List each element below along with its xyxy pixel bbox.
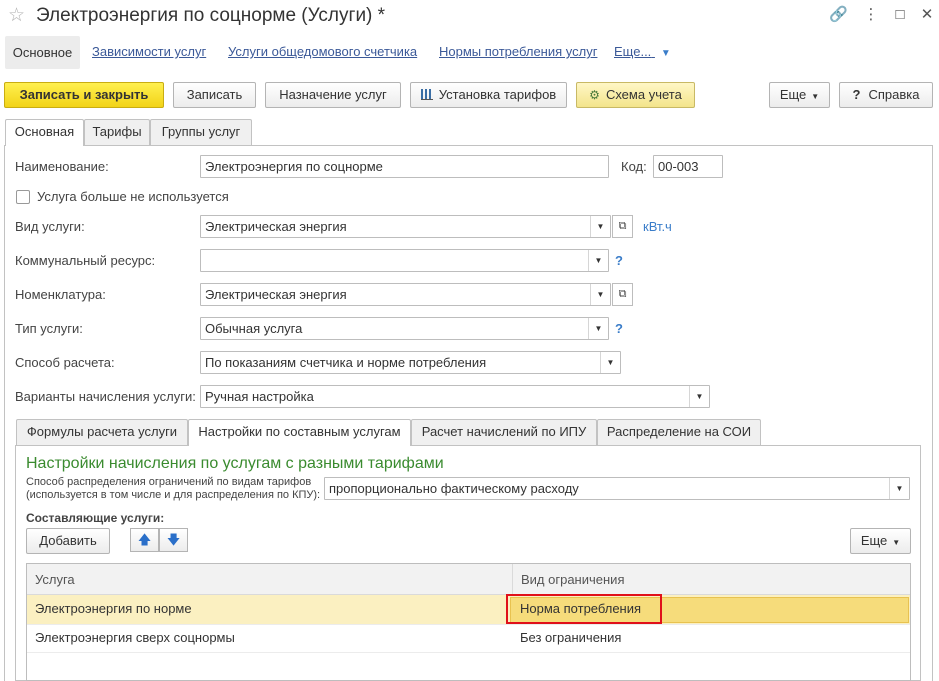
toolbar-more-button[interactable]: Еще ▼ [769,82,830,108]
close-icon[interactable]: ✕ [918,6,936,24]
code-label: Код: [621,159,647,174]
tab-ipu-accruals[interactable]: Расчет начислений по ИПУ [411,419,597,445]
nav-link-dependencies[interactable]: Зависимости услуг [92,44,206,60]
distribution-label-line1: Способ распределения ограничений по вида… [26,476,312,488]
maximize-icon[interactable]: □ [891,6,909,24]
chevron-down-icon[interactable]: ▼ [588,318,608,339]
column-header-service[interactable]: Услуга [27,564,512,595]
accrual-variant-label: Варианты начисления услуги: [15,389,196,404]
chevron-down-icon[interactable]: ▼ [588,250,608,271]
service-kind-select[interactable]: Электрическая энергия ▼ [200,215,611,238]
move-down-icon[interactable]: 🡇 [159,528,188,552]
link-icon[interactable]: 🔗 [829,6,848,24]
nav-more-label: Еще... [614,44,652,59]
help-icon: ? [852,87,861,102]
accounting-scheme-label: Схема учета [605,87,682,102]
accounting-scheme-button[interactable]: ⚙ Схема учета [576,82,695,108]
distribution-label-line2: (используется в том числе и для распреде… [26,489,321,501]
tab-component-settings[interactable]: Настройки по составным услугам [188,419,411,446]
add-button[interactable]: Добавить [26,528,110,554]
move-up-icon[interactable]: 🡅 [130,528,159,552]
table-more-label: Еще [860,533,888,548]
save-close-button[interactable]: Записать и закрыть [4,82,164,108]
assign-services-button[interactable]: Назначение услуг [265,82,401,108]
unused-label: Услуга больше не используется [37,189,229,204]
toolbar-more-label: Еще [779,87,807,102]
tab-soi-distribution[interactable]: Распределение на СОИ [597,419,761,445]
components-label: Составляющие услуги: [26,511,165,525]
name-input[interactable]: Электроэнергия по соцнорме [200,155,609,178]
service-kind-label: Вид услуги: [15,219,85,234]
unit-link[interactable]: кВт.ч [643,219,672,234]
table-cell-service[interactable]: Электроэнергия сверх соцнормы [27,624,235,652]
accrual-variant-value: Ручная настройка [205,389,314,404]
chevron-down-icon[interactable]: ▼ [889,478,909,499]
open-icon[interactable]: ⧉ [612,215,633,238]
chevron-down-icon: ▼ [892,538,901,547]
nomenclature-value: Электрическая энергия [205,287,347,302]
chevron-down-icon: ▼ [660,48,671,59]
service-type-value: Обычная услуга [205,321,303,336]
resource-select[interactable]: ▼ [200,249,609,272]
nav-link-more[interactable]: Еще... ▼ [614,44,671,62]
set-tariffs-button[interactable]: Установка тарифов [410,82,567,108]
distribution-method-select[interactable]: пропорционально фактическому расходу ▼ [324,477,910,500]
tab-tariffs[interactable]: Тарифы [84,119,150,145]
name-label: Наименование: [15,159,109,174]
chevron-down-icon[interactable]: ▼ [590,216,610,237]
chevron-down-icon: ▼ [811,92,820,101]
resource-hint-icon[interactable]: ? [615,253,623,268]
column-header-limit[interactable]: Вид ограничения [513,564,910,595]
accrual-variant-select[interactable]: Ручная настройка ▼ [200,385,710,408]
distribution-method-value: пропорционально фактическому расходу [329,481,579,496]
save-button[interactable]: Записать [173,82,256,108]
service-type-select[interactable]: Обычная услуга ▼ [200,317,609,340]
scheme-icon: ⚙ [589,88,600,102]
panel-title: Настройки начисления по услугам с разным… [26,455,444,472]
nomenclature-label: Номенклатура: [15,287,106,302]
more-icon[interactable]: ⋮ [862,6,880,24]
bar-chart-icon [420,89,433,100]
window-title: Электроэнергия по соцнорме (Услуги) * [36,5,386,26]
nav-link-common-meter[interactable]: Услуги общедомового счетчика [228,44,417,60]
nav-link-consumption-norms[interactable]: Нормы потребления услуг [439,44,597,60]
tab-service-groups[interactable]: Группы услуг [150,119,252,145]
open-icon[interactable]: ⧉ [612,283,633,306]
code-input[interactable]: 00-003 [653,155,723,178]
service-type-label: Тип услуги: [15,321,83,336]
tab-main[interactable]: Основная [5,119,84,146]
service-kind-value: Электрическая энергия [205,219,347,234]
nomenclature-select[interactable]: Электрическая энергия ▼ [200,283,611,306]
set-tariffs-label: Установка тарифов [438,87,557,102]
table-cell-service[interactable]: Электроэнергия по норме [27,595,192,623]
nav-main[interactable]: Основное [5,36,80,69]
chevron-down-icon[interactable]: ▼ [689,386,709,407]
favorite-star-icon[interactable]: ☆ [8,6,25,26]
unused-checkbox[interactable] [16,190,30,204]
calc-method-select[interactable]: По показаниям счетчика и норме потреблен… [200,351,621,374]
help-button[interactable]: ? Справка [839,82,933,108]
table-cell-limit: Норма потребления [520,601,642,616]
table-more-button[interactable]: Еще ▼ [850,528,911,554]
chevron-down-icon[interactable]: ▼ [600,352,620,373]
help-label: Справка [868,87,920,102]
resource-label: Коммунальный ресурс: [15,253,156,268]
service-type-hint-icon[interactable]: ? [615,321,623,336]
table-cell-limit[interactable]: Без ограничения [512,624,621,652]
calc-method-label: Способ расчета: [15,355,115,370]
tab-calc-formulas[interactable]: Формулы расчета услуги [16,419,188,445]
chevron-down-icon[interactable]: ▼ [590,284,610,305]
calc-method-value: По показаниям счетчика и норме потреблен… [205,355,487,370]
